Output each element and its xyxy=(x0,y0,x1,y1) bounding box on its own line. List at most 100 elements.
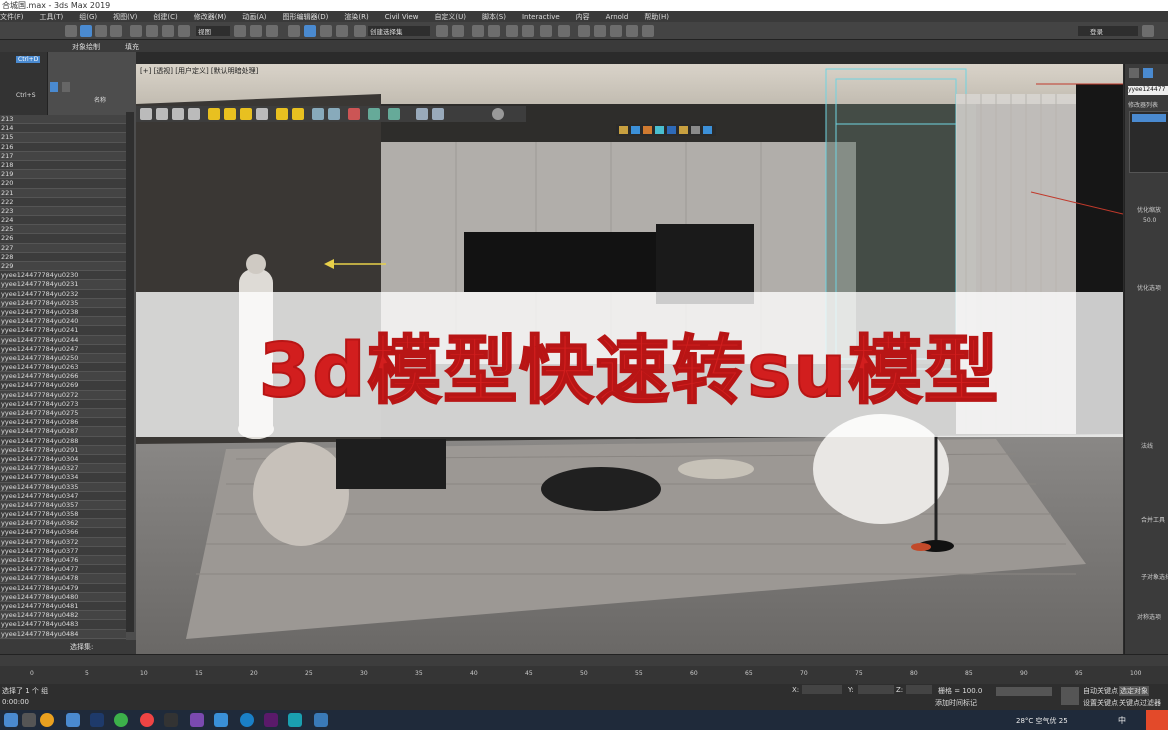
scene-row[interactable]: yyee124477784yu0247 xyxy=(0,344,126,354)
scene-row[interactable]: yyee124477784yu0266 xyxy=(0,372,126,382)
scene-row[interactable]: yyee124477784yu0476 xyxy=(0,556,126,566)
menu-help[interactable]: 帮助(H) xyxy=(644,12,669,22)
scene-row[interactable]: yyee124477784yu0232 xyxy=(0,289,126,299)
section-merge-tools[interactable]: 合并工具 xyxy=(1141,515,1165,524)
tab-populate[interactable]: 填充 xyxy=(125,42,139,52)
select-manipulate-icon[interactable] xyxy=(250,25,262,37)
named-selection-dropdown[interactable]: 创建选择集 xyxy=(368,26,430,36)
scene-row[interactable]: yyee124477784yu0479 xyxy=(0,583,126,593)
set-key-plus-icon[interactable] xyxy=(1061,687,1079,705)
render-icon[interactable] xyxy=(610,25,622,37)
scene-row[interactable]: yyee124477784yu0482 xyxy=(0,611,126,621)
scale-icon[interactable] xyxy=(162,25,174,37)
help-icon[interactable] xyxy=(1142,25,1154,37)
3dsmax-icon[interactable] xyxy=(288,713,302,727)
scene-row[interactable]: yyee124477784yu0286 xyxy=(0,418,126,428)
scene-row[interactable]: yyee124477784yu0358 xyxy=(0,510,126,520)
scene-row[interactable]: yyee124477784yu0241 xyxy=(0,326,126,336)
scene-row[interactable]: yyee124477784yu0484 xyxy=(0,629,126,639)
wechat-icon[interactable] xyxy=(114,713,128,727)
menu-group[interactable]: 组(G) xyxy=(79,12,97,22)
scene-row[interactable]: yyee124477784yu0263 xyxy=(0,363,126,373)
scene-explorer-icon[interactable] xyxy=(488,25,500,37)
scene-row[interactable]: 216 xyxy=(0,142,126,152)
menu-interactive[interactable]: Interactive xyxy=(522,13,560,21)
scene-row[interactable]: 227 xyxy=(0,243,126,253)
viewport-label[interactable]: [+] [透视] [用户定义] [默认明暗处理] xyxy=(140,66,258,76)
plant-icon[interactable] xyxy=(368,108,380,120)
scene-row[interactable]: yyee124477784yu0235 xyxy=(0,298,126,308)
undo-icon[interactable] xyxy=(65,25,77,37)
vs-icon[interactable] xyxy=(190,713,204,727)
start-icon[interactable] xyxy=(4,713,18,727)
scene-row[interactable]: yyee124477784yu0288 xyxy=(0,436,126,446)
selected-object-dropdown[interactable]: 选定对象 xyxy=(1119,686,1149,696)
scene-row[interactable]: yyee124477784yu0231 xyxy=(0,280,126,290)
spinner-snap-icon[interactable] xyxy=(336,25,348,37)
scene-row[interactable]: yyee124477784yu0366 xyxy=(0,528,126,538)
search-icon[interactable] xyxy=(22,713,36,727)
keyboard-shortcut-icon[interactable] xyxy=(266,25,278,37)
file-explorer-icon[interactable] xyxy=(66,713,80,727)
track-bar[interactable]: 0 5 10 15 20 25 30 35 40 45 50 55 60 65 70 75 80 85 90 95 10… xyxy=(0,666,1168,684)
scene-row[interactable]: yyee124477784yu0481 xyxy=(0,601,126,612)
menu-animation[interactable]: 动画(A) xyxy=(242,12,266,22)
teapot-icon[interactable] xyxy=(140,108,152,120)
plane-icon[interactable] xyxy=(208,108,220,120)
curve-editor-icon[interactable] xyxy=(522,25,534,37)
scene-row[interactable]: yyee124477784yu0377 xyxy=(0,546,126,556)
scene-row[interactable]: yyee124477784yu0273 xyxy=(0,399,126,409)
premiere-icon[interactable] xyxy=(264,713,278,727)
edit-named-selection-icon[interactable] xyxy=(354,25,366,37)
modify-tab-icon[interactable] xyxy=(1143,68,1153,78)
pivot-icon[interactable] xyxy=(234,25,246,37)
schematic-view-icon[interactable] xyxy=(540,25,552,37)
rect-selection-icon[interactable] xyxy=(110,25,122,37)
filter-icon[interactable] xyxy=(50,82,58,92)
scene-row[interactable]: yyee124477784yu0357 xyxy=(0,500,126,511)
mirror-icon[interactable] xyxy=(436,25,448,37)
scene-row[interactable]: 213 xyxy=(0,115,126,125)
menu-file[interactable]: 文件(F) xyxy=(0,12,24,22)
menu-modifiers[interactable]: 修改器(M) xyxy=(194,12,227,22)
weather-readout[interactable]: 28°C 空气优 25 xyxy=(1016,716,1068,726)
placement-icon[interactable] xyxy=(178,25,190,37)
select-object-icon[interactable] xyxy=(80,25,92,37)
terminal-icon[interactable] xyxy=(164,713,178,727)
scale-value[interactable]: 50.0 xyxy=(1143,217,1156,224)
photoshop-icon[interactable] xyxy=(90,713,104,727)
align-icon[interactable] xyxy=(452,25,464,37)
object-name-field[interactable]: yyee124477 xyxy=(1128,86,1168,95)
settings-icon[interactable] xyxy=(140,713,154,727)
menu-arnold[interactable]: Arnold xyxy=(606,13,629,21)
modifier-list-label[interactable]: 修改器列表 xyxy=(1128,100,1158,109)
add-time-tag[interactable]: 添加时间标记 xyxy=(935,698,977,708)
scene-row[interactable]: 219 xyxy=(0,170,126,180)
z-coord-field[interactable] xyxy=(906,685,932,694)
cone-icon[interactable] xyxy=(224,108,236,120)
camera-icon[interactable] xyxy=(432,108,444,120)
torus-icon[interactable] xyxy=(240,108,252,120)
scene-row[interactable]: 217 xyxy=(0,151,126,161)
scene-row[interactable]: 229 xyxy=(0,262,126,272)
sketchup-icon[interactable] xyxy=(314,713,328,727)
section-symmetry[interactable]: 对称选项 xyxy=(1137,612,1161,621)
box-icon[interactable] xyxy=(172,108,184,120)
tab-object-paint[interactable]: 对象绘制 xyxy=(72,42,100,52)
scene-row[interactable]: 228 xyxy=(0,252,126,262)
auto-key-button[interactable]: 自动关键点 xyxy=(1083,686,1118,696)
menu-rendering[interactable]: 渲染(R) xyxy=(344,12,368,22)
section-normals[interactable]: 法线 xyxy=(1141,441,1153,450)
set-key-button[interactable]: 设置关键点 xyxy=(1083,698,1118,708)
scene-row[interactable]: 215 xyxy=(0,133,126,143)
section-optimize-options[interactable]: 优化选项 xyxy=(1137,283,1161,292)
key-filter-button[interactable]: 关键点过滤器 xyxy=(1119,698,1161,708)
scene-row[interactable]: yyee124477784yu0304 xyxy=(0,454,126,465)
layer-icon[interactable] xyxy=(62,82,70,92)
scene-row[interactable]: yyee124477784yu0480 xyxy=(0,592,126,602)
render-setup-icon[interactable] xyxy=(578,25,590,37)
menu-customize[interactable]: 自定义(U) xyxy=(434,12,466,22)
sun-icon[interactable] xyxy=(292,108,304,120)
scene-row[interactable]: yyee124477784yu0483 xyxy=(0,620,126,630)
move-icon[interactable] xyxy=(130,25,142,37)
